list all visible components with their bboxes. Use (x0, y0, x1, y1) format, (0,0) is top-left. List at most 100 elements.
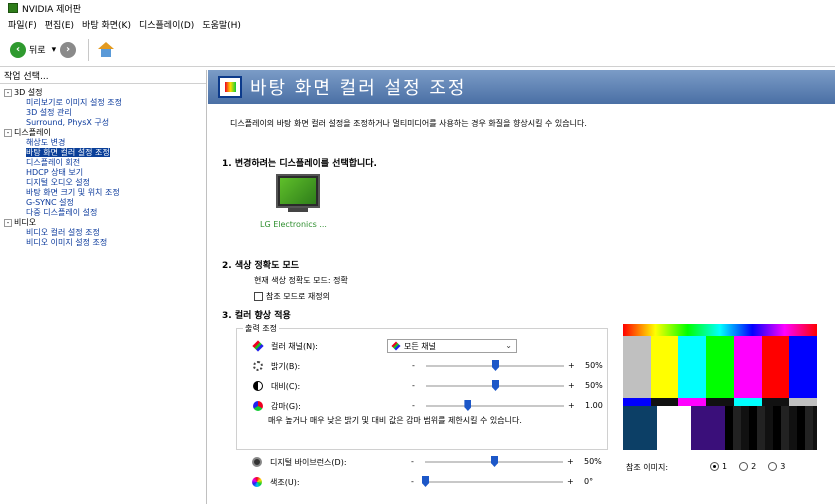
reference-radio-1[interactable]: 1 (710, 462, 727, 471)
collapse-icon[interactable]: - (4, 128, 12, 137)
radio-label: 2 (751, 462, 757, 471)
tree-item[interactable]: Surround, PhysX 구성 (0, 118, 206, 128)
contrast-label: 대비(C): (271, 381, 301, 391)
gamma-row: 감마(G): (253, 399, 301, 413)
task-header: 작업 선택... (0, 70, 206, 84)
vibrance-slider-thumb[interactable] (491, 456, 498, 467)
tree-category[interactable]: - 비디오 (0, 218, 206, 228)
brightness-value: 50% (585, 361, 603, 370)
menu-display[interactable]: 디스플레이(D) (139, 18, 194, 31)
contrast-icon (253, 381, 263, 391)
tree-item-label: 바탕 화면 컬러 설정 조정 (26, 148, 110, 157)
tree-item-label: 비디오 (14, 218, 37, 227)
reference-radio-3[interactable]: 3 (768, 462, 785, 471)
vibrance-slider[interactable]: - + (411, 455, 574, 469)
section-2-title: 2. 색상 정확도 모드 (222, 261, 300, 271)
hue-icon (252, 477, 262, 487)
nvidia-logo-icon (8, 3, 18, 13)
tree-category[interactable]: - 디스플레이 (0, 128, 206, 138)
brightness-slider[interactable]: - + (412, 359, 575, 373)
contrast-slider[interactable]: - + (412, 379, 575, 393)
tree-item[interactable]: 해상도 변경 (0, 138, 206, 148)
menu-help[interactable]: 도움말(H) (202, 18, 241, 31)
radio-label: 3 (780, 462, 786, 471)
tree-item-label: 다중 디스플레이 설정 (26, 208, 98, 217)
tree-item-label: 디지털 오디오 설정 (26, 178, 90, 187)
title-bar: NVIDIA 제어판 (0, 0, 835, 16)
current-mode-text: 현재 색상 정확도 모드: 정확 (254, 276, 348, 285)
vibrance-label: 디지털 바이브런스(D): (270, 457, 347, 467)
hue-slider[interactable]: - + (411, 475, 574, 489)
reference-radio-2[interactable]: 2 (739, 462, 756, 471)
tree-item[interactable]: 바탕 화면 크기 및 위치 조정 (0, 188, 206, 198)
gamma-slider[interactable]: - + (412, 399, 575, 413)
menu-desktop[interactable]: 바탕 화면(K) (82, 18, 131, 31)
vibrance-value: 50% (584, 457, 602, 466)
contrast-row: 대비(C): (253, 379, 300, 393)
tree-item-label: 디스플레이 (14, 128, 51, 137)
window-title: NVIDIA 제어판 (22, 4, 81, 15)
tree-item[interactable]: 바탕 화면 컬러 설정 조정 (0, 148, 206, 158)
forward-button[interactable]: › (60, 41, 77, 58)
tree-category[interactable]: -3D 설정 (0, 88, 206, 98)
tree-item-label: 비디오 컬러 설정 조정 (26, 228, 100, 237)
section-3-title: 3. 컬러 향상 적용 (222, 311, 291, 321)
toolbar: ‹ 뒤로 ▾ › (0, 33, 835, 67)
menu-bar: 파일(F) 편집(E) 바탕 화면(K) 디스플레이(D) 도움말(H) (0, 17, 249, 31)
channel-row: 컬러 채널(N): (252, 339, 318, 353)
back-button[interactable]: ‹ 뒤로 ▾ (10, 41, 57, 58)
tree-item-label: HDCP 상태 보기 (26, 168, 84, 177)
tree-item-label: 비디오 이미지 설정 조정 (26, 238, 108, 247)
reset-reference-option[interactable]: 참조 모드로 재정의 (254, 291, 330, 302)
back-arrow-icon: ‹ (10, 41, 26, 58)
brightness-slider-thumb[interactable] (492, 360, 499, 371)
output-adjust-group: 출력 조정 컬러 채널(N): 모든 채널 ⌄ 밝기(B): - + 50% 대… (236, 323, 608, 450)
brightness-icon (253, 361, 263, 371)
tree-item[interactable]: 다중 디스플레이 설정 (0, 208, 206, 218)
tree-item-label: 3D 설정 (14, 88, 43, 97)
tree-item[interactable]: HDCP 상태 보기 (0, 168, 206, 178)
reference-image (623, 324, 818, 450)
tree-item[interactable]: 3D 설정 관리 (0, 108, 206, 118)
menu-edit[interactable]: 편집(E) (45, 18, 74, 31)
channel-value: 모든 채널 (404, 341, 436, 351)
tree-item[interactable]: G-SYNC 설정 (0, 198, 206, 208)
radio-icon[interactable] (768, 462, 778, 471)
display-name[interactable]: LG Electronics ... (260, 220, 327, 229)
page-description: 디스플레이의 바탕 화면 컬러 설정을 조정하거나 멀티미디어를 사용하는 경우… (230, 119, 587, 128)
collapse-icon[interactable]: - (4, 88, 12, 97)
gamma-icon (253, 401, 263, 411)
dropdown-arrow-icon: ▾ (51, 44, 57, 55)
hue-label: 색조(U): (270, 477, 300, 487)
contrast-value: 50% (585, 381, 603, 390)
hue-value: 0° (584, 477, 594, 486)
tree-item[interactable]: 디스플레이 회전 (0, 158, 206, 168)
back-label: 뒤로 (29, 46, 46, 56)
tree-item[interactable]: 비디오 컬러 설정 조정 (0, 228, 206, 238)
gamma-slider-thumb[interactable] (464, 400, 472, 411)
content-pane: 바탕 화면 컬러 설정 조정 디스플레이의 바탕 화면 컬러 설정을 조정하거나… (208, 70, 835, 504)
tree-item-label: 디스플레이 회전 (26, 158, 81, 167)
chevron-down-icon: ⌄ (505, 341, 512, 350)
channel-select[interactable]: 모든 채널 ⌄ (387, 339, 517, 353)
menu-file[interactable]: 파일(F) (8, 18, 37, 31)
tree-item[interactable]: 디지털 오디오 설정 (0, 178, 206, 188)
range-warning-note: 매우 높거나 매우 낮은 밝기 및 대비 값은 감마 범위를 제한시킬 수 있습… (268, 416, 522, 425)
contrast-slider-thumb[interactable] (492, 380, 499, 391)
display-thumbnail[interactable] (270, 174, 326, 218)
radio-icon[interactable] (710, 462, 719, 471)
hue-slider-thumb[interactable] (422, 476, 429, 487)
desktop-color-icon (218, 76, 242, 98)
task-tree: -3D 설정 미리보기로 이미지 설정 조정 3D 설정 관리 Surround, P… (0, 84, 206, 248)
gamma-label: 감마(G): (271, 401, 301, 411)
tree-item-label: G-SYNC 설정 (26, 198, 74, 207)
collapse-icon[interactable]: - (4, 218, 12, 227)
reset-reference-checkbox[interactable] (254, 292, 263, 301)
gamma-value: 1.00 (585, 401, 603, 410)
radio-icon[interactable] (739, 462, 749, 471)
tree-item-label: 바탕 화면 크기 및 위치 조정 (26, 188, 120, 197)
tree-item-label: Surround, PhysX 구성 (26, 118, 110, 127)
tree-item[interactable]: 미리보기로 이미지 설정 조정 (0, 98, 206, 108)
home-icon[interactable] (97, 41, 115, 58)
tree-item[interactable]: 비디오 이미지 설정 조정 (0, 238, 206, 248)
